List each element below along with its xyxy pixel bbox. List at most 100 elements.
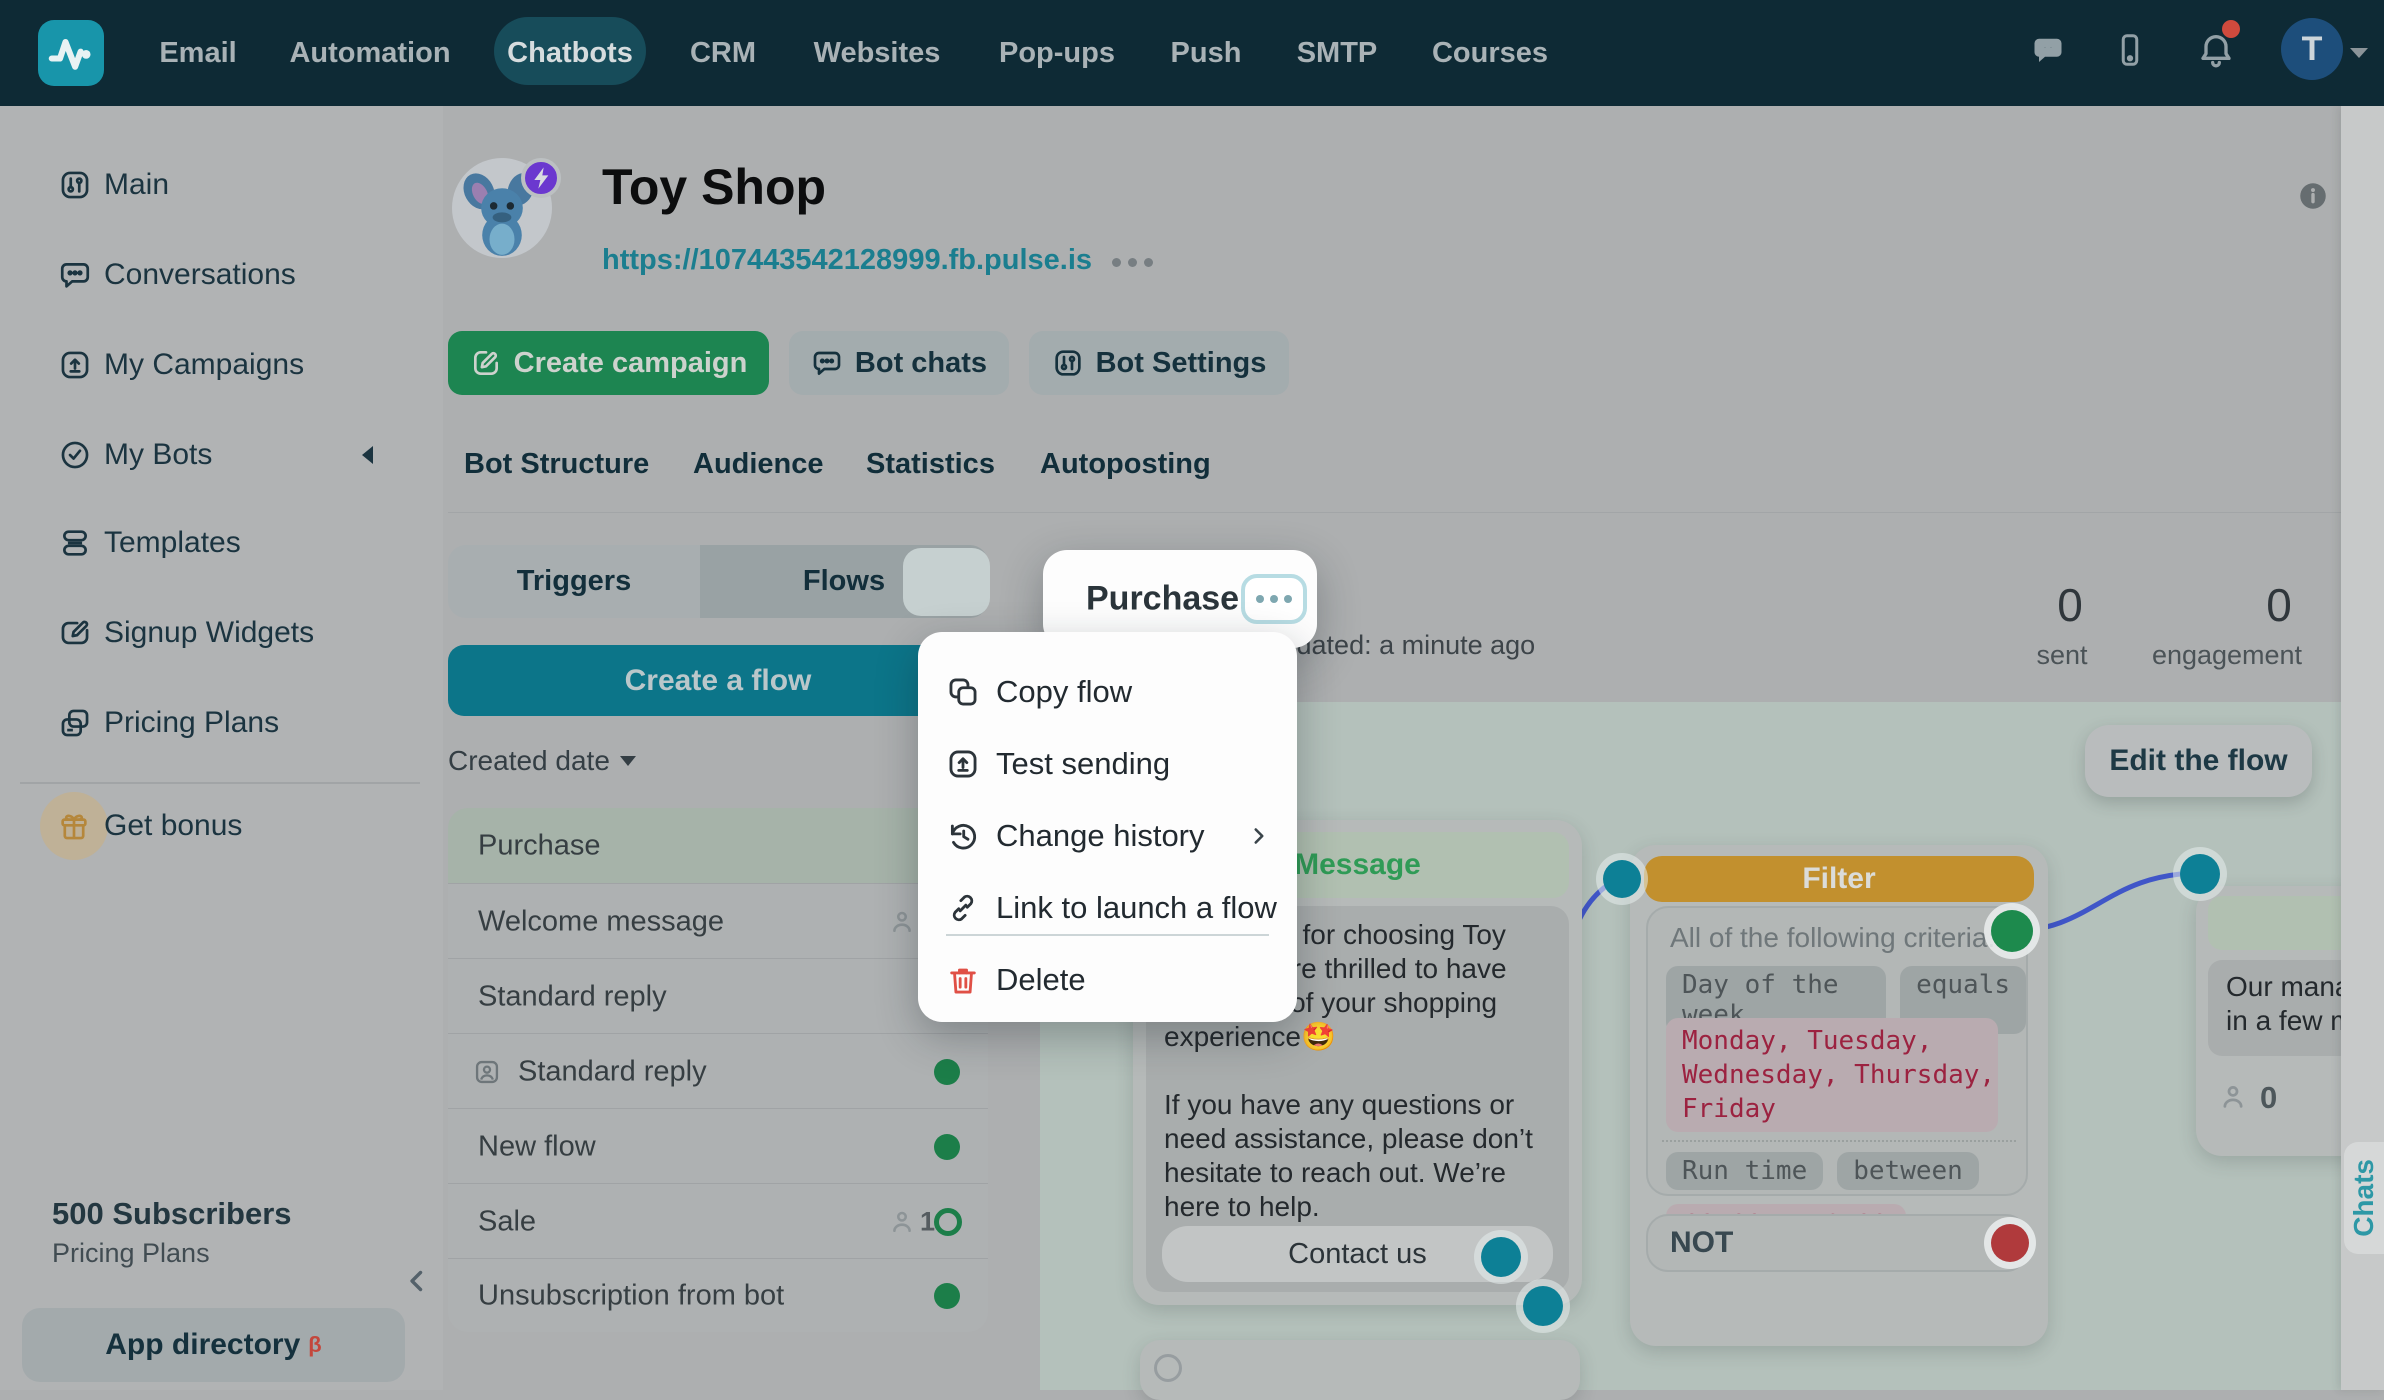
caret-down-icon	[620, 756, 636, 766]
sidebar-item-my-bots[interactable]: My Bots	[0, 420, 443, 490]
sidebar-item-main[interactable]: Main	[0, 150, 443, 220]
person-icon	[888, 908, 916, 936]
page-title: Toy Shop	[602, 158, 826, 216]
tab-audience[interactable]: Audience	[693, 448, 824, 481]
menu-item-change-history[interactable]: Change history	[918, 800, 1297, 872]
person-icon	[2218, 1082, 2248, 1112]
create-campaign-label: Create campaign	[514, 347, 748, 380]
flow-row-standard-reply-1[interactable]: Standard reply	[448, 958, 988, 1034]
condition-pills: Run time between	[1666, 1152, 1979, 1190]
nav-item-websites[interactable]: Websites	[814, 0, 941, 106]
flow-row-standard-reply-2[interactable]: Standard reply	[448, 1033, 988, 1109]
menu-item-label: Link to launch a flow	[996, 890, 1277, 926]
tab-bot-structure[interactable]: Bot Structure	[464, 448, 649, 481]
sidebar-item-conversations[interactable]: Conversations	[0, 240, 443, 310]
app-directory-button[interactable]: App directory β	[22, 1308, 405, 1382]
sidebar-item-get-bonus[interactable]: Get bonus	[0, 791, 443, 861]
flow-row-label: New flow	[478, 1130, 596, 1163]
app-logo[interactable]	[38, 20, 104, 86]
chats-tab[interactable]: Chats	[2344, 1142, 2384, 1254]
segment-triggers[interactable]: Triggers	[448, 545, 700, 618]
info-icon[interactable]	[2296, 179, 2330, 213]
sidebar-item-pricing-plans[interactable]: Pricing Plans	[0, 688, 443, 758]
url-more-options-icon[interactable]	[1112, 258, 1153, 267]
more-options-button[interactable]	[1241, 574, 1307, 624]
settings-sliders-icon	[1052, 347, 1084, 379]
create-campaign-button[interactable]: Create campaign	[448, 331, 769, 395]
send-campaign-icon	[58, 348, 92, 382]
tab-statistics[interactable]: Statistics	[866, 448, 995, 481]
trash-icon	[946, 963, 980, 997]
not-card: NOT	[1646, 1214, 2028, 1272]
sidebar-item-label: Main	[104, 168, 169, 202]
menu-item-test-sending[interactable]: Test sending	[918, 728, 1297, 800]
bot-chats-button[interactable]: Bot chats	[789, 331, 1009, 395]
right-node-input-dot[interactable]	[2180, 854, 2220, 894]
menu-divider	[946, 934, 1269, 936]
stat-sent-value: 0	[2057, 578, 2083, 632]
nav-item-chatbots[interactable]: Chatbots	[507, 0, 633, 106]
nav-item-automation[interactable]: Automation	[289, 0, 450, 106]
menu-item-label: Delete	[996, 962, 1086, 998]
nav-item-push[interactable]: Push	[1171, 0, 1242, 106]
stat-engagement-value: 0	[2266, 578, 2292, 632]
chat-bubble-icon	[58, 258, 92, 292]
not-output-dot[interactable]	[1991, 1224, 2029, 1262]
contact-us-connector-dot[interactable]	[1481, 1237, 1521, 1277]
flow-row-purchase[interactable]: Purchase	[448, 808, 988, 883]
person-icon	[888, 1208, 916, 1236]
sidebar-item-label: Pricing Plans	[104, 706, 279, 740]
status-active-dot	[934, 1059, 960, 1085]
avatar-caret-icon[interactable]	[2350, 48, 2368, 58]
collapse-arrow-icon[interactable]	[362, 446, 373, 464]
nav-item-smtp[interactable]: SMTP	[1297, 0, 1378, 106]
sort-label: Created date	[448, 745, 610, 777]
menu-item-copy-flow[interactable]: Copy flow	[918, 656, 1297, 728]
create-flow-button[interactable]: Create a flow	[448, 645, 988, 716]
widget-pencil-icon	[58, 616, 92, 650]
messages-icon[interactable]	[2030, 32, 2066, 72]
dotted-divider	[1662, 1140, 2016, 1142]
flow-row-unsubscription[interactable]: Unsubscription from bot	[448, 1258, 988, 1332]
flow-row-welcome-message[interactable]: Welcome message	[448, 883, 988, 959]
criteria-card: All of the following criteria: Day of th…	[1646, 906, 2028, 1196]
filter-input-dot[interactable]	[1603, 860, 1641, 898]
sidebar-collapse-icon[interactable]	[400, 1264, 434, 1298]
sidebar-item-label: Signup Widgets	[104, 616, 314, 650]
nav-item-popups[interactable]: Pop-ups	[999, 0, 1115, 106]
pricing-plans-link[interactable]: Pricing Plans	[52, 1238, 210, 1269]
sort-dropdown[interactable]: Created date	[448, 745, 636, 777]
subscribers-count: 500 Subscribers	[52, 1196, 292, 1232]
flow-row-new-flow[interactable]: New flow	[448, 1108, 988, 1184]
sidebar-item-my-campaigns[interactable]: My Campaigns	[0, 330, 443, 400]
sidebar-item-label: Conversations	[104, 258, 296, 292]
tab-autoposting[interactable]: Autoposting	[1040, 448, 1211, 481]
status-ring-dot	[934, 1208, 962, 1236]
avatar[interactable]: T	[2281, 18, 2343, 80]
campaign-pencil-icon	[470, 347, 502, 379]
person-icon	[1154, 1354, 1182, 1382]
nav-item-email[interactable]: Email	[159, 0, 236, 106]
nav-item-courses[interactable]: Courses	[1432, 0, 1548, 106]
flow-row-sale[interactable]: Sale 1	[448, 1183, 988, 1259]
top-nav: Email Automation Chatbots CRM Websites P…	[0, 0, 2384, 106]
chevron-right-icon	[1246, 823, 1272, 849]
popup-flow-title: Purchase	[1086, 580, 1239, 619]
bot-url-link[interactable]: https://107443542128999.fb.pulse.is	[602, 244, 1092, 277]
criteria-output-dot[interactable]	[1991, 910, 2033, 952]
bot-settings-button[interactable]: Bot Settings	[1029, 331, 1289, 395]
criteria-title: All of the following criteria:	[1670, 922, 1995, 954]
bot-settings-label: Bot Settings	[1096, 347, 1267, 380]
context-menu: Copy flow Test sending Change history Li…	[918, 632, 1297, 1022]
flow-row-label: Unsubscription from bot	[478, 1280, 784, 1313]
sidebar-divider	[20, 782, 420, 784]
edit-flow-button[interactable]: Edit the flow	[2085, 725, 2312, 797]
filter-node[interactable]: Filter All of the following criteria: Da…	[1630, 845, 2048, 1346]
flow-row-label: Purchase	[478, 829, 601, 862]
nav-item-crm[interactable]: CRM	[690, 0, 756, 106]
menu-item-delete[interactable]: Delete	[918, 944, 1297, 1016]
mobile-app-icon[interactable]	[2112, 28, 2148, 72]
sidebar-item-signup-widgets[interactable]: Signup Widgets	[0, 598, 443, 668]
message-node-output-dot[interactable]	[1523, 1286, 1563, 1326]
sidebar-item-templates[interactable]: Templates	[0, 508, 443, 578]
